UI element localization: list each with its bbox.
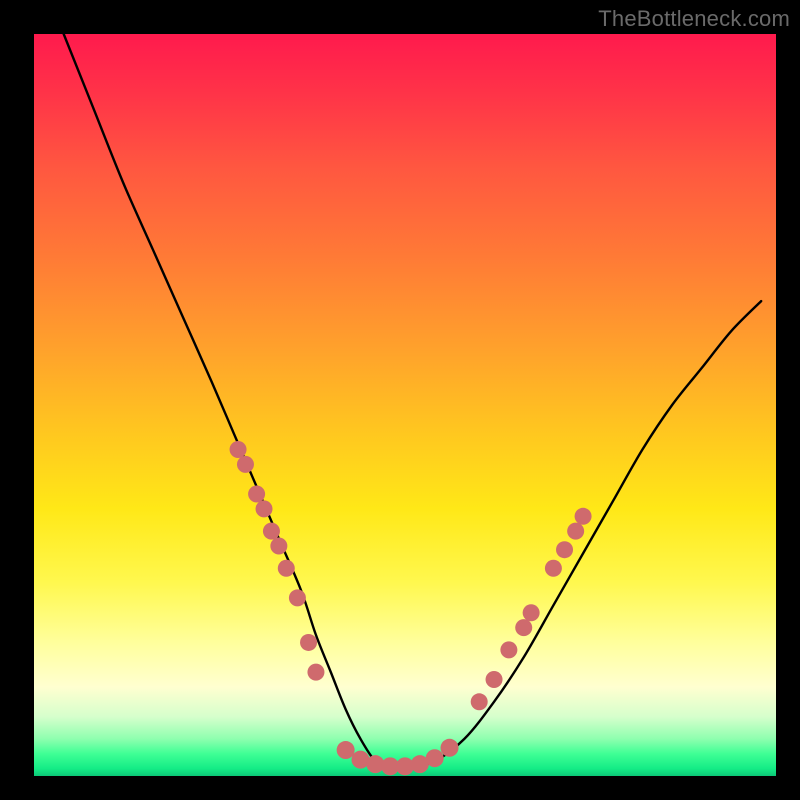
chart-svg bbox=[34, 34, 776, 776]
data-point bbox=[441, 739, 459, 757]
bottleneck-curve bbox=[64, 34, 761, 770]
data-point bbox=[300, 634, 317, 651]
data-point bbox=[556, 541, 573, 558]
data-markers bbox=[230, 441, 592, 775]
data-point bbox=[515, 619, 532, 636]
plot-area bbox=[34, 34, 776, 776]
data-point bbox=[278, 560, 295, 577]
data-point bbox=[256, 500, 273, 517]
data-point bbox=[523, 604, 540, 621]
data-point bbox=[545, 560, 562, 577]
data-point bbox=[237, 456, 254, 473]
data-point bbox=[337, 741, 355, 759]
data-point bbox=[289, 589, 306, 606]
data-point bbox=[575, 508, 592, 525]
data-point bbox=[426, 749, 444, 767]
data-point bbox=[567, 523, 584, 540]
data-point bbox=[248, 486, 265, 503]
data-point bbox=[270, 537, 287, 554]
data-point bbox=[263, 523, 280, 540]
data-point bbox=[230, 441, 247, 458]
watermark-text: TheBottleneck.com bbox=[598, 6, 790, 32]
data-point bbox=[500, 641, 517, 658]
outer-frame: TheBottleneck.com bbox=[0, 0, 800, 800]
data-point bbox=[307, 664, 324, 681]
data-point bbox=[471, 693, 488, 710]
data-point bbox=[486, 671, 503, 688]
